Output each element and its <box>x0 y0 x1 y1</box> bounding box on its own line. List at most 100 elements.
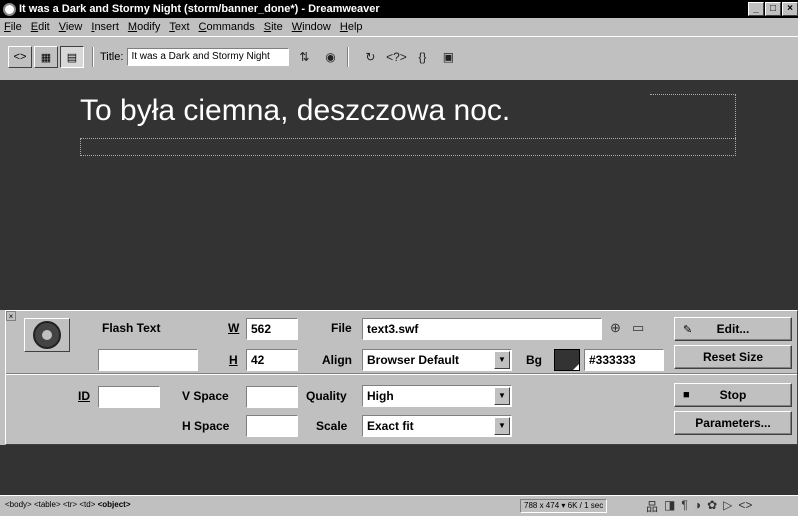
chevron-down-icon: ▼ <box>494 387 510 405</box>
flash-text-headline[interactable]: To była ciemna, deszczowa noc. <box>80 94 510 128</box>
preview-browser-icon[interactable]: ◉ <box>319 48 341 66</box>
folder-icon[interactable]: ▭ <box>632 320 644 336</box>
design-view-icon: ▤ <box>66 51 78 64</box>
tag-body[interactable]: <body> <box>5 500 32 509</box>
code-view-icon: <> <box>13 51 27 63</box>
edit-button[interactable]: ✎ Edit... <box>674 317 792 341</box>
refresh-icon[interactable]: ↻ <box>359 48 381 66</box>
id-field[interactable] <box>98 386 160 408</box>
maximize-button[interactable]: □ <box>765 2 781 16</box>
menu-commands[interactable]: Commands <box>199 21 255 33</box>
hspace-field[interactable] <box>246 415 298 437</box>
tag-table[interactable]: <table> <box>34 500 61 509</box>
menu-site[interactable]: Site <box>264 21 283 33</box>
launcher-icons: 品 ◨ ¶ ◑ ✿ ▷ <> <box>646 498 752 515</box>
title-input[interactable]: It was a Dark and Stormy Night <box>127 48 290 66</box>
scale-value: Exact fit <box>367 419 414 433</box>
stop-button[interactable]: ■ Stop <box>674 383 792 407</box>
bg-color-swatch[interactable] <box>554 349 580 371</box>
code-view-button[interactable]: <> <box>8 46 32 68</box>
stop-button-label: Stop <box>719 388 747 402</box>
document-toolbar: <> ▦ ▤ Title: It was a Dark and Stormy N… <box>0 36 798 80</box>
behaviors-icon[interactable]: ✿ <box>707 498 717 515</box>
status-bar: <body> <table> <tr> <td> <object> 788 x … <box>0 495 798 516</box>
view-options-icon[interactable]: ▣ <box>437 48 459 66</box>
dreamweaver-app-icon <box>3 2 16 16</box>
parameters-button-label: Parameters... <box>695 416 771 430</box>
width-field[interactable]: 562 <box>246 318 298 340</box>
menu-window[interactable]: Window <box>292 21 331 33</box>
quality-value: High <box>367 389 394 403</box>
file-management-icon[interactable]: ⇅ <box>293 48 315 66</box>
bg-label: Bg <box>526 353 542 367</box>
object-type-label: Flash Text <box>102 321 161 335</box>
tag-object[interactable]: <object> <box>98 500 131 509</box>
menu-edit[interactable]: Edit <box>31 21 50 33</box>
quality-label: Quality <box>306 389 347 403</box>
reset-size-label: Reset Size <box>702 350 764 364</box>
html-styles-icon[interactable]: ¶ <box>681 498 687 515</box>
vspace-field[interactable] <box>246 386 298 408</box>
assets-icon[interactable]: ◨ <box>664 498 675 515</box>
tag-tr[interactable]: <tr> <box>63 500 77 509</box>
design-view-button[interactable]: ▤ <box>60 46 84 68</box>
timeline-icon[interactable]: ▷ <box>723 498 732 515</box>
code-inspector-icon[interactable]: <> <box>738 498 752 515</box>
id-label: ID <box>78 389 90 403</box>
scale-select[interactable]: Exact fit ▼ <box>362 415 512 437</box>
toolbar-separator <box>347 47 350 67</box>
window-controls: _ □ × <box>748 2 798 16</box>
file-field[interactable]: text3.swf <box>362 318 602 340</box>
split-view-button[interactable]: ▦ <box>34 46 58 68</box>
property-inspector: × Flash Text W 562 H 42 File text3.swf ⊕… <box>5 310 798 445</box>
title-bar: It was a Dark and Stormy Night (storm/ba… <box>0 0 798 18</box>
height-field[interactable]: 42 <box>246 349 298 371</box>
minimize-button[interactable]: _ <box>748 2 764 16</box>
menu-text[interactable]: Text <box>169 21 189 33</box>
chevron-down-icon: ▼ <box>494 417 510 435</box>
tag-td[interactable]: <td> <box>79 500 95 509</box>
align-value: Browser Default <box>367 353 460 367</box>
dreamweaver-window: It was a Dark and Stormy Night (storm/ba… <box>0 0 798 516</box>
parameters-button[interactable]: Parameters... <box>674 411 792 435</box>
reference-icon[interactable]: <?> <box>385 48 407 66</box>
flash-text-icon <box>24 318 70 352</box>
hspace-label: H Space <box>182 419 230 433</box>
document-design-area[interactable]: To była ciemna, deszczowa noc. <box>0 80 798 310</box>
download-time: 6K / 1 sec <box>567 501 604 510</box>
object-name-field[interactable] <box>98 349 198 371</box>
chevron-down-icon: ▾ <box>561 501 566 510</box>
tag-selector: <body> <table> <tr> <td> <object> <box>5 500 131 509</box>
width-label: W <box>228 321 240 335</box>
scale-label: Scale <box>316 419 348 433</box>
toolbar-separator <box>92 47 94 67</box>
site-icon[interactable]: 品 <box>646 498 658 515</box>
menu-insert[interactable]: Insert <box>91 21 119 33</box>
menu-help[interactable]: Help <box>340 21 363 33</box>
file-label: File <box>331 321 352 335</box>
split-view-icon: ▦ <box>40 51 52 64</box>
title-label: Title: <box>100 51 124 63</box>
close-button[interactable]: × <box>782 2 798 16</box>
menu-modify[interactable]: Modify <box>128 21 160 33</box>
point-to-file-icon[interactable]: ⊕ <box>610 320 621 336</box>
height-label: H <box>229 353 238 367</box>
quality-select[interactable]: High ▼ <box>362 385 512 407</box>
close-panel-icon[interactable]: × <box>6 311 16 321</box>
bg-color-field[interactable]: #333333 <box>584 349 664 371</box>
window-title: It was a Dark and Stormy Night (storm/ba… <box>19 3 380 15</box>
code-navigation-icon[interactable]: {} <box>411 48 433 66</box>
menu-view[interactable]: View <box>59 21 83 33</box>
document-lower-area <box>0 445 798 495</box>
stop-icon: ■ <box>683 389 690 401</box>
reset-size-button[interactable]: Reset Size <box>674 345 792 369</box>
edit-icon: ✎ <box>683 323 693 336</box>
window-size: 788 x 474 <box>524 501 560 510</box>
window-size-info[interactable]: 788 x 474 ▾ 6K / 1 sec <box>520 499 608 513</box>
align-select[interactable]: Browser Default ▼ <box>362 349 512 371</box>
menu-bar: File Edit View Insert Modify Text Comman… <box>0 18 798 36</box>
menu-file[interactable]: File <box>4 21 22 33</box>
chevron-down-icon: ▼ <box>494 351 510 369</box>
css-styles-icon[interactable]: ◑ <box>694 498 701 515</box>
edit-button-label: Edit... <box>716 322 750 336</box>
